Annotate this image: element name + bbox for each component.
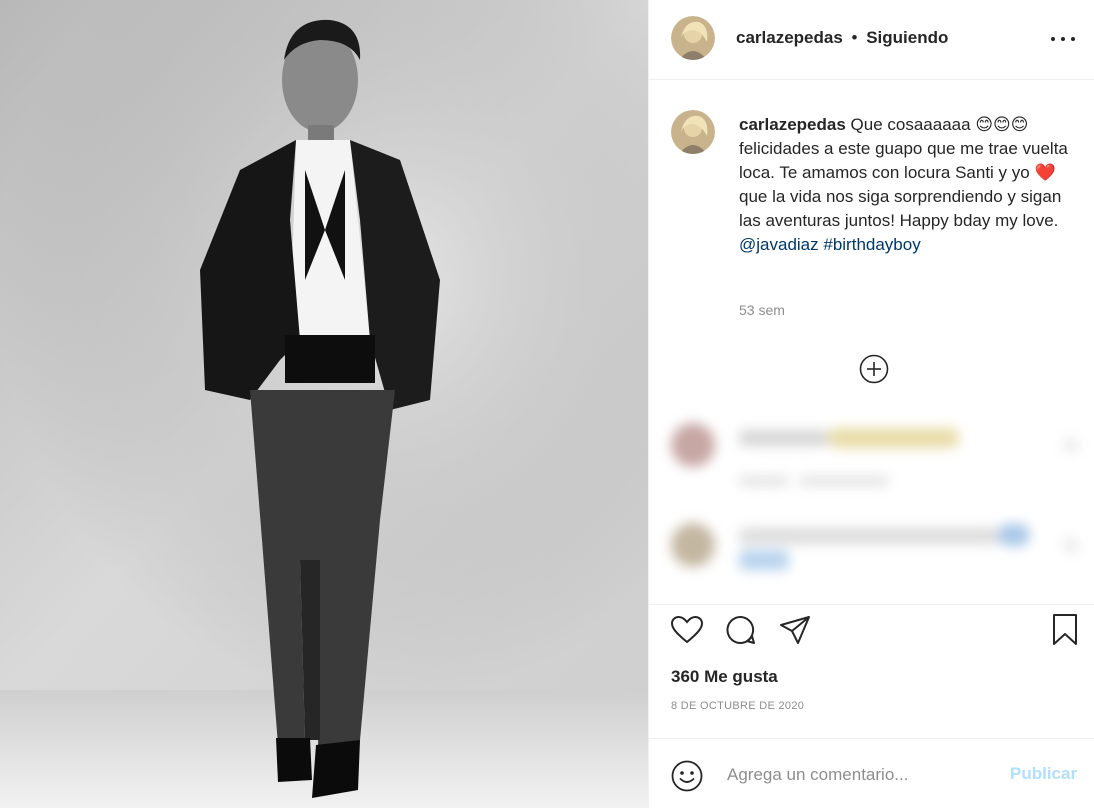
post-date: 8 DE OCTUBRE DE 2020 [671,700,805,712]
caption-username[interactable]: carlazepedas [739,115,846,134]
plus-circle-icon[interactable] [859,354,889,384]
caption-text-3: que la vida nos siga sorprendiendo y sig… [739,187,1062,230]
post-photo[interactable] [0,0,648,808]
action-bar [649,604,1094,654]
comment-bar: Publicar [649,738,1094,808]
photo-image [0,0,648,808]
hashtag-link[interactable]: #birthdayboy [823,235,920,254]
header-user-line: carlazepedas • Siguiendo [736,28,948,48]
heart-icon[interactable] [670,615,704,645]
header-username[interactable]: carlazepedas [736,28,843,47]
comment-icon[interactable] [725,614,757,646]
follow-status[interactable]: Siguiendo [866,28,948,47]
caption-emoji-1: 😊😊😊 [975,115,1029,134]
caption-text-2: felicidades a este guapo que me trae vue… [739,139,1068,182]
caption-emoji-2: ❤️ [1034,163,1056,182]
post-panel: carlazepedas • Siguiendo carlazepedas Qu… [648,0,1094,808]
post-time-ago[interactable]: 53 sem [739,302,785,318]
post-caption: carlazepedas Que cosaaaaaa 😊😊😊 felicidad… [739,113,1079,257]
emoji-icon[interactable] [671,760,703,792]
blurred-comments [659,400,1094,600]
caption-text-1: Que cosaaaaaa [850,115,971,134]
bookmark-icon[interactable] [1051,613,1079,647]
post-header: carlazepedas • Siguiendo [649,0,1094,80]
separator-dot: • [851,28,858,47]
caption-avatar[interactable] [671,110,715,154]
more-options-icon[interactable] [1049,28,1079,48]
likes-count[interactable]: 360 Me gusta [671,667,778,687]
share-icon[interactable] [779,614,811,646]
user-avatar[interactable] [671,16,715,60]
comment-input[interactable] [725,761,989,789]
mention-link[interactable]: @javadiaz [739,235,819,254]
publish-button[interactable]: Publicar [1010,764,1077,784]
